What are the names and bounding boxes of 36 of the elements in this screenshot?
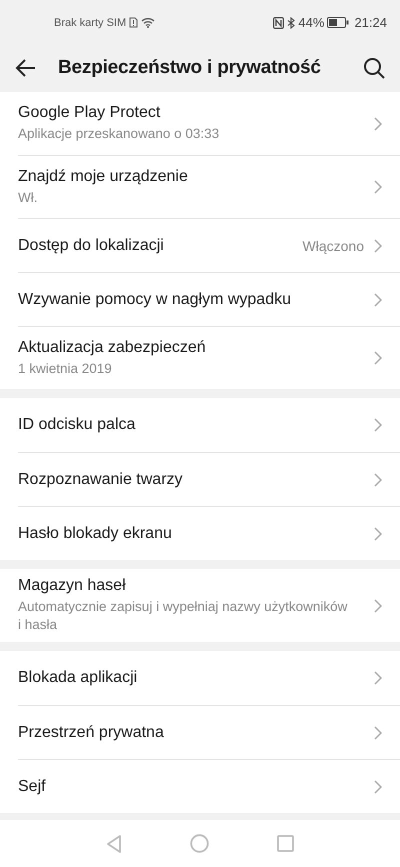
chevron-icon [374, 292, 382, 306]
battery-percent: 44% [298, 15, 324, 30]
chevron-icon [374, 598, 382, 612]
carrier-text: Brak karty SIM [54, 16, 126, 28]
chevron-icon [374, 180, 382, 194]
settings-item[interactable]: Wzywanie pomocy w nagłym wypadku [18, 272, 400, 326]
page-title: Bezpieczeństwo i prywatność [58, 56, 322, 78]
bluetooth-icon [287, 16, 296, 28]
wifi-icon [141, 17, 156, 28]
chevron-icon [374, 238, 382, 252]
clock-time: 21:24 [354, 15, 387, 30]
settings-item[interactable]: Przestrzeń prywatna [18, 705, 400, 759]
settings-item[interactable]: Aktualizacja zabezpieczeń 1 kwietnia 2019 [18, 326, 400, 389]
search-icon[interactable] [362, 56, 386, 80]
settings-item[interactable]: Znajdź moje urządzenie Wł. [18, 155, 400, 218]
chevron-icon [374, 526, 382, 540]
recents-nav-icon[interactable] [277, 835, 294, 852]
chevron-icon [374, 472, 382, 486]
chevron-icon [374, 671, 382, 685]
chevron-icon [374, 418, 382, 432]
settings-item[interactable]: Dostęp do lokalizacji Włączono [18, 218, 400, 272]
chevron-icon [374, 116, 382, 130]
settings-item[interactable]: Hasło blokady ekranu [18, 506, 400, 560]
settings-item[interactable]: ID odcisku palca [18, 398, 400, 452]
chevron-icon [374, 351, 382, 365]
nfc-icon [273, 16, 284, 28]
settings-item[interactable]: Rozpoznawanie twarzy [18, 452, 400, 506]
settings-item[interactable]: Blokada aplikacji [18, 651, 400, 705]
back-nav-icon[interactable] [106, 834, 122, 852]
settings-item[interactable]: Google Play Protect Aplikacje przeskanowano o 03:33 [18, 92, 400, 155]
battery-icon [327, 17, 350, 28]
sim-alert-icon [129, 17, 138, 28]
settings-item[interactable]: Sejf [18, 759, 400, 813]
chevron-icon [374, 780, 382, 794]
home-nav-icon[interactable] [190, 834, 209, 853]
chevron-icon [374, 726, 382, 740]
